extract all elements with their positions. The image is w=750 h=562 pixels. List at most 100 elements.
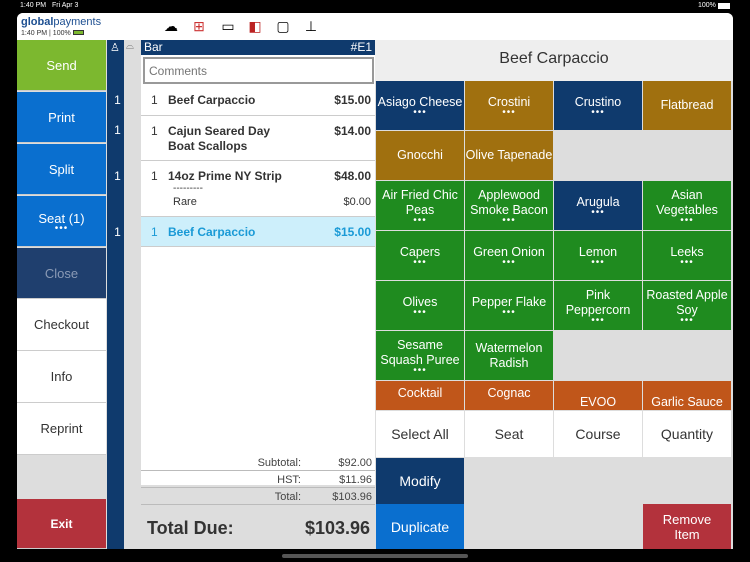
status-date: Fri Apr 3	[52, 2, 79, 9]
more-options-icon: •••	[413, 214, 427, 226]
modifier-cell[interactable]: Crostini •••	[465, 81, 553, 130]
modifier-separator: ---------	[173, 183, 203, 194]
modifier-cell[interactable]: Watermelon Radish	[465, 331, 553, 380]
modifier-cell[interactable]: Arugula •••	[554, 181, 642, 230]
exit-button[interactable]: Exit	[17, 499, 106, 549]
reprint-button[interactable]: Reprint	[17, 403, 106, 455]
more-options-icon: •••	[680, 257, 694, 268]
more-options-icon: •••	[591, 207, 605, 218]
modifier-cell[interactable]: Capers •••	[376, 231, 464, 280]
network-icon[interactable]: ⊞	[190, 17, 208, 35]
modifier-cell[interactable]: Pepper Flake •••	[465, 281, 553, 330]
modifier-cell[interactable]: Asian Vegetables •••	[643, 181, 731, 230]
modifier-cell[interactable]: Flatbread	[643, 81, 731, 130]
cloud-upload-icon[interactable]: ☁	[162, 17, 180, 35]
header: globalpayments 1:40 PM | 100% ☁ ⊞ ▭ ◧ ▢ …	[17, 13, 733, 40]
print-button[interactable]: Print	[17, 92, 106, 143]
more-options-icon: •••	[413, 307, 427, 318]
modifier-cell[interactable]: Olives •••	[376, 281, 464, 330]
seat-button[interactable]: Seat (1) •••	[17, 196, 106, 247]
printer-icon[interactable]: ▭	[219, 17, 237, 35]
total-row: Total: $103.96	[141, 489, 375, 505]
kitchen-icon[interactable]: ◧	[246, 17, 264, 35]
modifier-cell[interactable]: Crustino •••	[554, 81, 642, 130]
remove-item-button[interactable]: Remove Item	[643, 504, 731, 549]
order-location: Bar	[144, 40, 163, 54]
modifier-label: Cognac	[487, 386, 531, 400]
comments-input[interactable]	[143, 57, 374, 84]
terminal-icon[interactable]: ⊥	[302, 17, 320, 35]
more-options-icon: •••	[413, 364, 427, 376]
header-status: 1:40 PM | 100%	[21, 30, 84, 37]
modifier-label: Sesame Squash Puree	[380, 337, 460, 367]
subtotal-row: Subtotal: $92.00	[141, 455, 375, 471]
more-options-icon: •••	[502, 307, 516, 318]
modifier-cell[interactable]: Asiago Cheese •••	[376, 81, 464, 130]
modifier-cell[interactable]: Cocktail	[376, 381, 464, 410]
duplicate-button[interactable]: Duplicate	[376, 504, 464, 549]
pos-app: globalpayments 1:40 PM | 100% ☁ ⊞ ▭ ◧ ▢ …	[17, 13, 733, 549]
modifier-label: Pink Peppercorn	[565, 287, 631, 317]
modifier-cell[interactable]: Gnocchi	[376, 131, 464, 180]
total-due-amount: $103.96	[305, 518, 371, 538]
modifier-cell[interactable]: Leeks •••	[643, 231, 731, 280]
modifier-label: EVOO	[579, 395, 617, 409]
more-options-icon: •••	[591, 107, 605, 118]
close-button[interactable]: Close	[17, 248, 106, 299]
order-item[interactable]: 1 Cajun Seared Day Boat Scallops $14.00	[141, 116, 375, 161]
modifier-cell[interactable]: Green Onion •••	[465, 231, 553, 280]
more-options-icon: •••	[591, 257, 605, 268]
modifier-cell[interactable]: Air Fried Chic Peas •••	[376, 181, 464, 230]
person-icon: ♙	[110, 42, 120, 54]
modifier-cell[interactable]: Olive Tapenade	[465, 131, 553, 180]
modifier-cell[interactable]: Applewood Smoke Bacon •••	[465, 181, 553, 230]
modifier-cell[interactable]: EVOO	[554, 381, 642, 410]
hst-row: HST: $11.96	[141, 472, 375, 488]
info-button[interactable]: Info	[17, 351, 106, 403]
modifier: Rare	[173, 196, 197, 208]
battery-icon	[718, 3, 730, 9]
modifier-label: Garlic Sauce	[651, 395, 723, 409]
modifier-price: $0.00	[343, 196, 371, 208]
modifier-label: Asian Vegetables	[656, 187, 718, 217]
split-button[interactable]: Split	[17, 144, 106, 195]
check-number: #E1	[350, 40, 372, 54]
quantity-button[interactable]: Quantity	[643, 411, 731, 457]
modifier-cell[interactable]: Roasted Apple Soy •••	[643, 281, 731, 330]
modifier-label: Applewood Smoke Bacon	[470, 187, 548, 217]
modifier-label: Olive Tapenade	[465, 148, 553, 162]
modifier-cell[interactable]: Pink Peppercorn •••	[554, 281, 642, 330]
modify-button[interactable]: Modify	[376, 458, 464, 504]
send-button[interactable]: Send	[17, 40, 106, 91]
seat-panel-button[interactable]: Seat	[465, 411, 553, 457]
item-seat: 1	[114, 225, 121, 239]
modifier-label: Flatbread	[660, 98, 714, 112]
modifier-label: Gnocchi	[397, 148, 443, 162]
modifier-cell[interactable]: Sesame Squash Puree •••	[376, 331, 464, 380]
select-all-button[interactable]: Select All	[376, 411, 464, 457]
item-seat: 1	[114, 169, 121, 183]
more-options-icon: •••	[502, 257, 516, 268]
more-options-icon: •••	[502, 214, 516, 226]
order-item-selected[interactable]: 1 Beef Carpaccio $15.00	[141, 217, 375, 247]
course-button[interactable]: Course	[554, 411, 642, 457]
message-icon[interactable]: ▢	[274, 17, 292, 35]
modifier-cell[interactable]: Cognac	[465, 381, 553, 410]
course-column	[124, 40, 141, 549]
modifier-cell[interactable]: Lemon •••	[554, 231, 642, 280]
order-item[interactable]: 1 14oz Prime NY Strip $48.00 --------- Rar…	[141, 161, 375, 217]
modifier-cell[interactable]: Garlic Sauce	[643, 381, 731, 410]
status-battery: 100%	[698, 2, 716, 9]
status-time: 1:40 PM	[20, 2, 47, 9]
modifier-label: Air Fried Chic Peas	[382, 187, 458, 217]
panel-title: Beef Carpaccio	[375, 40, 733, 81]
more-options-icon: •••	[502, 107, 516, 118]
order-header: Bar #E1	[141, 40, 375, 55]
status-bar: 1:40 PM Fri Apr 3 100%	[0, 0, 750, 12]
checkout-button[interactable]: Checkout	[17, 299, 106, 351]
home-indicator	[282, 554, 468, 558]
more-options-icon: •••	[413, 107, 427, 118]
course-bell-icon: ⌓	[126, 41, 134, 52]
more-options-icon: •••	[591, 314, 605, 326]
order-item[interactable]: 1 Beef Carpaccio $15.00	[141, 85, 375, 116]
